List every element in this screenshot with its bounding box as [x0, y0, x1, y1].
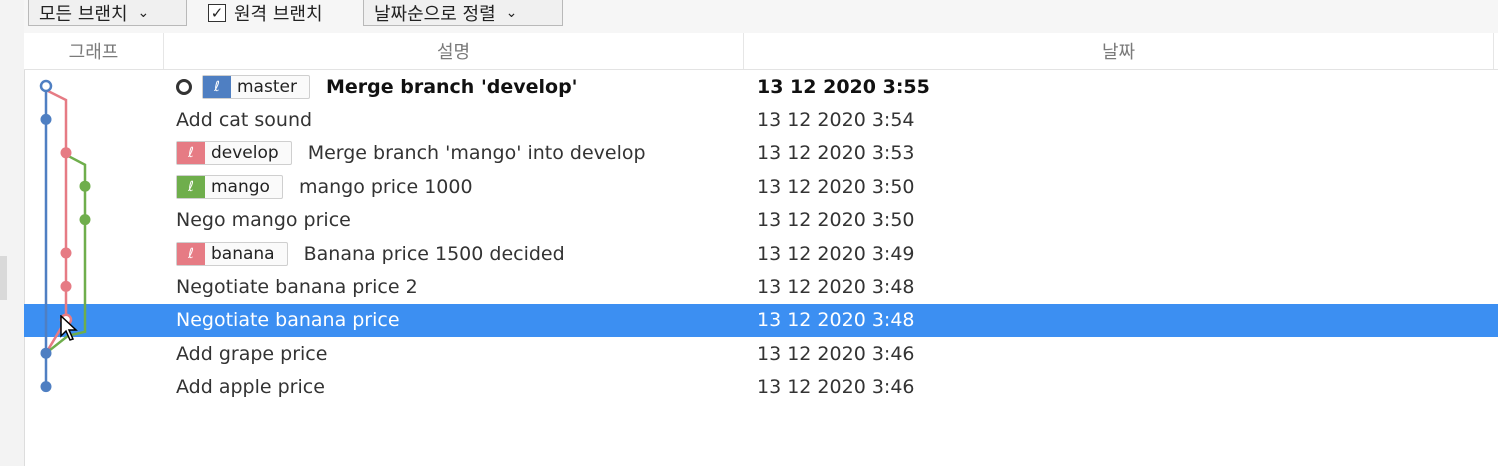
commit-message: Merge branch 'mango' into develop [307, 142, 646, 165]
commit-date: 13 12 2020 3:53 [757, 142, 915, 165]
branch-tag-label: banana [211, 243, 275, 264]
column-header-description[interactable]: 설명 [164, 33, 744, 69]
commit-row[interactable]: ℓ banana Banana price 1500 decided 13 12 20… [24, 237, 1498, 270]
branch-icon: ℓ [177, 142, 205, 165]
log-toolbar: 모든 브랜치 ⌄ ✓ 원격 브랜치 날짜순으로 정렬 ⌄ [24, 0, 1498, 33]
graph-node[interactable] [60, 147, 72, 159]
commit-date: 13 12 2020 3:46 [757, 376, 915, 399]
chevron-down-icon: ⌄ [137, 4, 150, 21]
branch-tag-label: mango [211, 176, 270, 197]
commit-row[interactable]: Negotiate banana price 13 12 2020 3:48 [24, 303, 1498, 337]
commit-row[interactable]: ℓ develop Merge branch 'mango' into develo… [24, 137, 1498, 170]
commit-message: Nego mango price [176, 209, 351, 232]
commit-message: Banana price 1500 decided [303, 242, 565, 265]
graph-node[interactable] [40, 381, 52, 393]
branch-filter-dropdown[interactable]: 모든 브랜치 ⌄ [28, 0, 187, 26]
commit-description-cell: Negotiate banana price [176, 304, 400, 337]
left-gutter [0, 0, 25, 466]
commit-description-cell: ℓ master Merge branch 'develop' [176, 70, 578, 103]
sort-order-label: 날짜순으로 정렬 [374, 3, 496, 25]
commit-description-cell: Add cat sound [176, 103, 312, 136]
graph-node[interactable] [60, 247, 72, 259]
chevron-down-icon: ⌄ [505, 4, 518, 21]
commit-message: Add cat sound [176, 108, 313, 131]
commit-date: 13 12 2020 3:54 [757, 108, 915, 131]
graph-node-head[interactable] [39, 79, 53, 93]
commit-description-cell: Add apple price [176, 371, 325, 404]
branch-icon: ℓ [177, 175, 205, 198]
commit-row[interactable]: Negotiate banana price 2 13 12 2020 3:48 [24, 270, 1498, 303]
branch-icon: ℓ [203, 75, 231, 98]
branch-tag[interactable]: ℓ develop [176, 141, 292, 166]
column-header: 그래프 설명 날짜 [24, 33, 1498, 70]
commit-message: Add apple price [176, 376, 325, 399]
remote-branch-checkbox[interactable]: ✓ [208, 4, 226, 22]
commit-description-cell: ℓ develop Merge branch 'mango' into develo… [176, 137, 646, 170]
panel-resize-handle[interactable] [0, 256, 7, 300]
commit-description-cell: Add grape price [176, 337, 327, 370]
branch-filter-label: 모든 브랜치 [39, 3, 128, 25]
commit-date: 13 12 2020 3:48 [757, 275, 915, 298]
commit-date: 13 12 2020 3:49 [757, 242, 915, 265]
commit-message: mango price 1000 [298, 175, 473, 198]
head-indicator-icon [176, 78, 192, 95]
commit-graph [39, 79, 91, 393]
commit-description-cell: ℓ mango mango price 1000 [176, 170, 473, 203]
graph-node[interactable] [79, 214, 91, 226]
commit-row[interactable]: Add cat sound 13 12 2020 3:54 [24, 103, 1498, 136]
remote-branch-label: 원격 브랜치 [234, 4, 323, 25]
commit-date: 13 12 2020 3:46 [757, 342, 915, 365]
branch-tag[interactable]: ℓ mango [176, 174, 283, 199]
commit-message: Add grape price [176, 342, 328, 365]
graph-node[interactable] [79, 180, 91, 192]
branch-tag-label: master [237, 76, 297, 97]
commit-date: 13 12 2020 3:48 [757, 309, 915, 332]
commit-row[interactable]: Add grape price 13 12 2020 3:46 [24, 337, 1498, 370]
commit-row[interactable]: Add apple price 13 12 2020 3:46 [24, 371, 1498, 404]
commit-message: Negotiate banana price [176, 309, 400, 332]
commit-description-cell: Negotiate banana price 2 [176, 270, 418, 303]
commit-row[interactable]: ℓ mango mango price 1000 13 12 2020 3:50 [24, 170, 1498, 203]
commit-message: Merge branch 'develop' [325, 75, 578, 98]
commit-description-cell: Nego mango price [176, 204, 351, 237]
branch-icon: ℓ [177, 242, 205, 265]
graph-line-develop [44, 88, 68, 354]
graph-node[interactable] [60, 280, 72, 292]
commit-date: 13 12 2020 3:50 [757, 175, 915, 198]
commit-date: 13 12 2020 3:50 [757, 209, 915, 232]
commit-date: 13 12 2020 3:55 [757, 75, 930, 98]
remote-branch-toggle[interactable]: ✓ 원격 브랜치 [208, 0, 323, 26]
branch-tag[interactable]: ℓ banana [176, 241, 288, 266]
column-header-graph[interactable]: 그래프 [24, 33, 164, 69]
commit-row[interactable]: ℓ master Merge branch 'develop' 13 12 2020 … [24, 70, 1498, 103]
graph-node[interactable] [40, 347, 52, 359]
column-header-date[interactable]: 날짜 [744, 33, 1494, 69]
commit-description-cell: ℓ banana Banana price 1500 decided [176, 237, 565, 270]
commit-row[interactable]: Nego mango price 13 12 2020 3:50 [24, 204, 1498, 237]
mouse-cursor-icon [60, 315, 78, 341]
branch-tag[interactable]: ℓ master [202, 74, 310, 99]
branch-tag-label: develop [211, 143, 279, 164]
graph-node[interactable] [40, 113, 52, 125]
sort-order-dropdown[interactable]: 날짜순으로 정렬 ⌄ [363, 0, 563, 26]
commit-message: Negotiate banana price 2 [176, 275, 418, 298]
